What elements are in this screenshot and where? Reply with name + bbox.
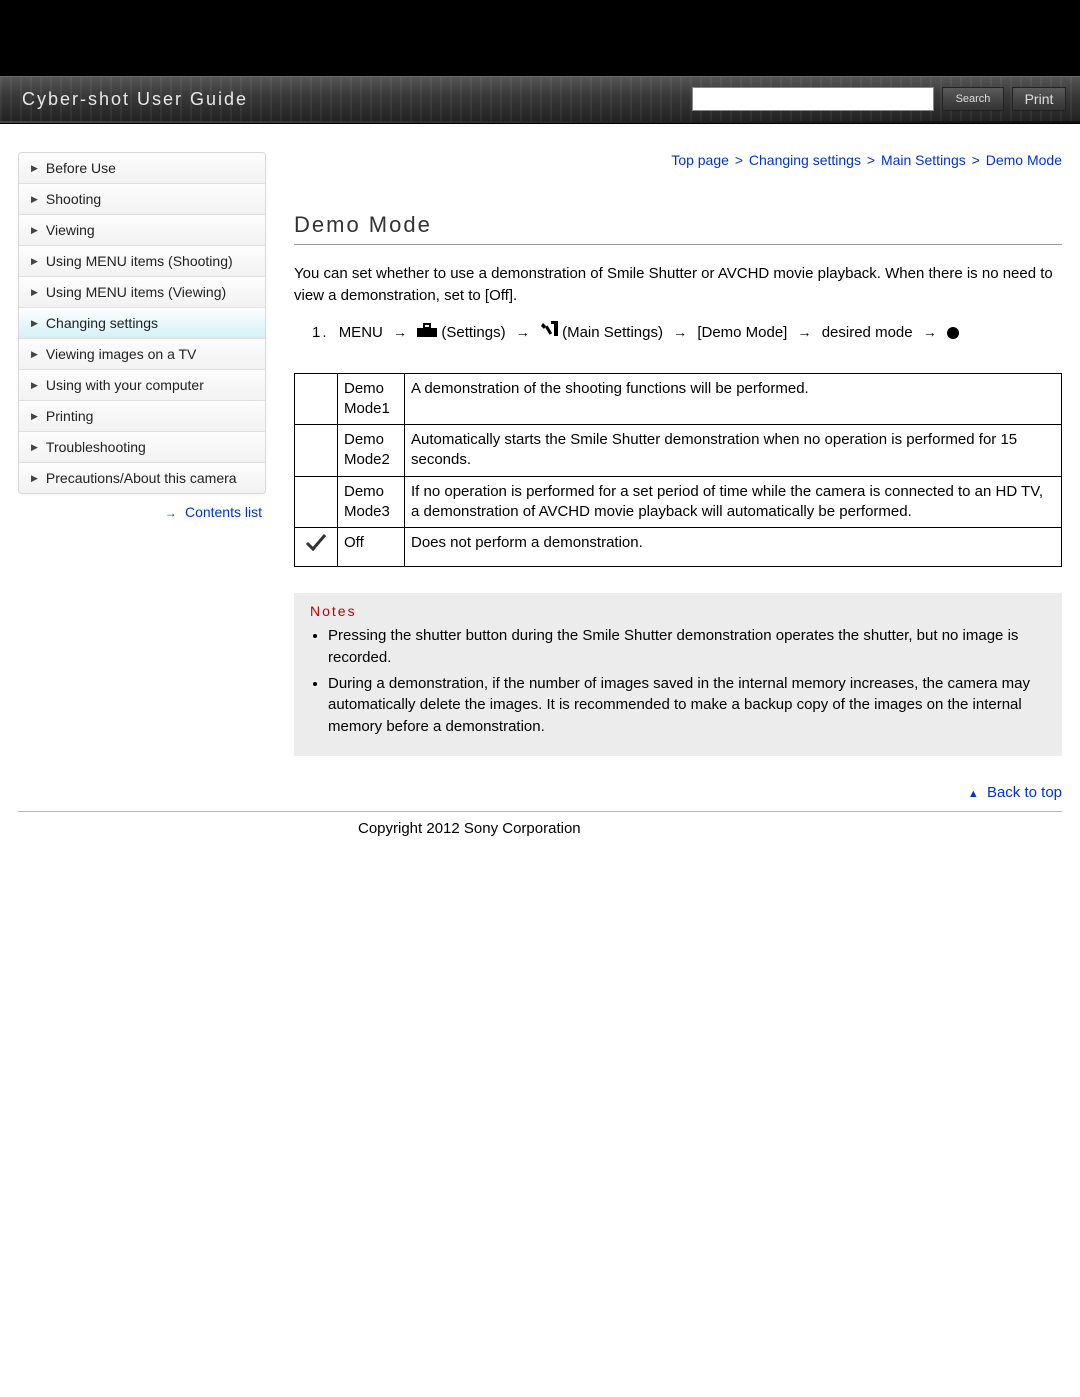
sidebar-item-label: Changing settings xyxy=(46,315,158,331)
chevron-right-icon: ▶ xyxy=(31,256,38,267)
copyright-text: Copyright 2012 Sony Corporation xyxy=(18,820,1062,837)
step-menu: MENU xyxy=(339,324,383,341)
breadcrumb-main-settings[interactable]: Main Settings xyxy=(881,152,966,168)
wrench-icon xyxy=(540,321,558,345)
back-to-top-link[interactable]: Back to top xyxy=(987,784,1062,801)
breadcrumb-sep: > xyxy=(735,152,743,168)
arrow-right-icon: → xyxy=(516,321,530,343)
sidebar-item-label: Precautions/About this camera xyxy=(46,470,237,486)
chevron-right-icon: ▶ xyxy=(31,194,38,205)
note-item: Pressing the shutter button during the S… xyxy=(328,625,1046,669)
breadcrumb-demo-mode[interactable]: Demo Mode xyxy=(986,152,1062,168)
breadcrumb-changing-settings[interactable]: Changing settings xyxy=(749,152,861,168)
chevron-right-icon: ▶ xyxy=(31,225,38,236)
sidebar-item-printing[interactable]: ▶ Printing xyxy=(19,401,265,432)
search-input[interactable] xyxy=(692,87,934,111)
bullet-icon xyxy=(947,327,959,339)
breadcrumb-sep: > xyxy=(867,152,875,168)
sidebar-nav: ▶ Before Use ▶ Shooting ▶ Viewing ▶ Usin… xyxy=(18,152,266,494)
footer: Copyright 2012 Sony Corporation xyxy=(18,811,1062,877)
chevron-right-icon: ▶ xyxy=(31,163,38,174)
sidebar-item-viewing-tv[interactable]: ▶ Viewing images on a TV xyxy=(19,339,265,370)
row-icon-cell xyxy=(295,425,338,477)
check-icon xyxy=(305,536,327,558)
row-icon-cell xyxy=(295,476,338,528)
row-icon-cell xyxy=(295,373,338,425)
sidebar-item-label: Using MENU items (Shooting) xyxy=(46,253,233,269)
sidebar-item-before-use[interactable]: ▶ Before Use xyxy=(19,153,265,184)
title-underline xyxy=(294,244,1062,245)
sidebar-item-shooting[interactable]: ▶ Shooting xyxy=(19,184,265,215)
arrow-right-icon: → xyxy=(798,321,812,343)
toolbox-icon xyxy=(417,321,437,345)
sidebar: ▶ Before Use ▶ Shooting ▶ Viewing ▶ Usin… xyxy=(18,152,266,521)
row-icon-cell xyxy=(295,528,338,567)
sidebar-item-label: Viewing xyxy=(46,222,95,238)
sidebar-item-precautions[interactable]: ▶ Precautions/About this camera xyxy=(19,463,265,493)
row-label: Demo Mode3 xyxy=(338,476,405,528)
row-desc: If no operation is performed for a set p… xyxy=(405,476,1062,528)
breadcrumb: Top page > Changing settings > Main Sett… xyxy=(294,152,1062,168)
row-desc: Automatically starts the Smile Shutter d… xyxy=(405,425,1062,477)
chevron-right-icon: ▶ xyxy=(31,411,38,422)
sidebar-item-label: Printing xyxy=(46,408,93,424)
row-label: Off xyxy=(338,528,405,567)
print-button[interactable]: Print xyxy=(1012,87,1066,111)
note-item: During a demonstration, if the number of… xyxy=(328,673,1046,738)
top-black-strip xyxy=(0,0,1080,76)
chevron-right-icon: ▶ xyxy=(31,349,38,360)
step-1: 1. MENU → (Settings) → (Main Settings) →… xyxy=(312,321,1062,345)
arrow-right-icon: → xyxy=(923,321,937,343)
arrow-right-icon: → xyxy=(673,321,687,343)
table-row: Demo Mode1 A demonstration of the shooti… xyxy=(295,373,1062,425)
row-desc: Does not perform a demonstration. xyxy=(405,528,1062,567)
sidebar-item-label: Before Use xyxy=(46,160,116,176)
step-demo-mode: [Demo Mode] xyxy=(697,324,787,341)
breadcrumb-sep: > xyxy=(972,152,980,168)
notes-box: Notes Pressing the shutter button during… xyxy=(294,593,1062,756)
chevron-right-icon: ▶ xyxy=(31,287,38,298)
chevron-right-icon: ▶ xyxy=(31,380,38,391)
mode-table: Demo Mode1 A demonstration of the shooti… xyxy=(294,373,1062,568)
site-title: Cyber-shot User Guide xyxy=(0,89,248,110)
chevron-right-icon: ▶ xyxy=(31,442,38,453)
page-title: Demo Mode xyxy=(294,212,1062,238)
sidebar-item-label: Using with your computer xyxy=(46,377,204,393)
arrow-right-icon: → xyxy=(165,506,177,520)
table-row: Off Does not perform a demonstration. xyxy=(295,528,1062,567)
sidebar-item-viewing[interactable]: ▶ Viewing xyxy=(19,215,265,246)
sidebar-item-using-computer[interactable]: ▶ Using with your computer xyxy=(19,370,265,401)
row-label: Demo Mode1 xyxy=(338,373,405,425)
table-row: Demo Mode3 If no operation is performed … xyxy=(295,476,1062,528)
sidebar-item-label: Shooting xyxy=(46,191,101,207)
arrow-right-icon: → xyxy=(393,321,407,343)
chevron-right-icon: ▶ xyxy=(31,318,38,329)
sidebar-item-menu-shooting[interactable]: ▶ Using MENU items (Shooting) xyxy=(19,246,265,277)
step-settings: (Settings) xyxy=(441,324,505,341)
intro-text: You can set whether to use a demonstrati… xyxy=(294,263,1062,307)
contents-list-link[interactable]: Contents list xyxy=(185,504,262,520)
notes-title: Notes xyxy=(310,603,1046,619)
row-desc: A demonstration of the shooting function… xyxy=(405,373,1062,425)
step-main-settings: (Main Settings) xyxy=(562,324,663,341)
header-bar: Cyber-shot User Guide Search Print xyxy=(0,76,1080,121)
step-number: 1. xyxy=(312,324,329,341)
search-button[interactable]: Search xyxy=(942,87,1004,111)
main-content: Top page > Changing settings > Main Sett… xyxy=(294,152,1062,807)
chevron-right-icon: ▶ xyxy=(31,473,38,484)
triangle-up-icon: ▲ xyxy=(968,788,979,800)
row-label: Demo Mode2 xyxy=(338,425,405,477)
step-desired-mode: desired mode xyxy=(822,324,913,341)
sidebar-item-label: Using MENU items (Viewing) xyxy=(46,284,226,300)
sidebar-item-label: Troubleshooting xyxy=(46,439,146,455)
sidebar-item-menu-viewing[interactable]: ▶ Using MENU items (Viewing) xyxy=(19,277,265,308)
sidebar-item-changing-settings[interactable]: ▶ Changing settings xyxy=(19,308,265,339)
table-row: Demo Mode2 Automatically starts the Smil… xyxy=(295,425,1062,477)
sidebar-item-label: Viewing images on a TV xyxy=(46,346,196,362)
sidebar-item-troubleshooting[interactable]: ▶ Troubleshooting xyxy=(19,432,265,463)
breadcrumb-top[interactable]: Top page xyxy=(671,152,729,168)
